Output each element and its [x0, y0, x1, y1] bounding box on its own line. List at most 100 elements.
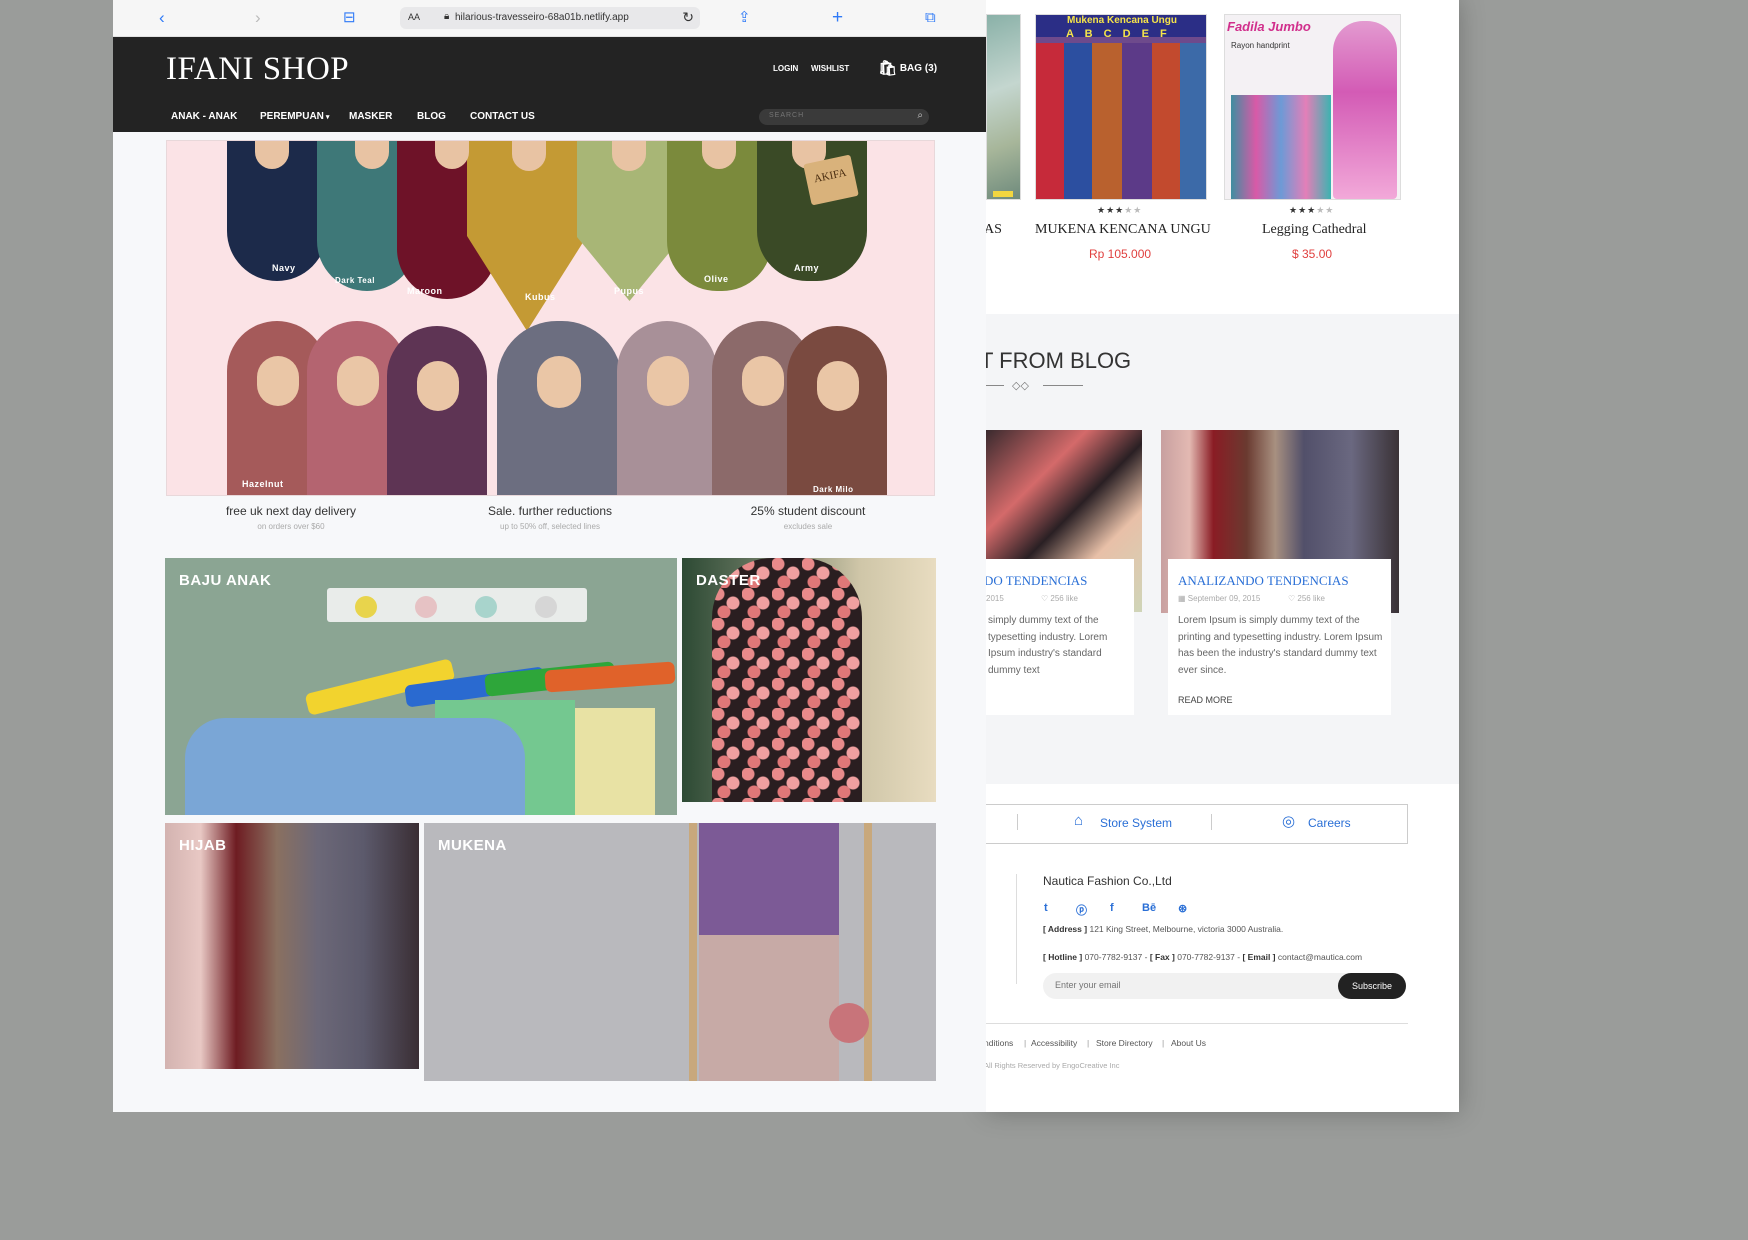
- blog-excerpt: Lorem Ipsum is simply dummy text of the …: [1178, 615, 1383, 676]
- promo-sale: Sale. further reductions up to 50% off, …: [420, 504, 680, 531]
- menu-masker[interactable]: MASKER: [349, 111, 392, 122]
- blog-title[interactable]: ANALIZANDO TENDENCIAS: [1178, 573, 1349, 589]
- menu-perempuan[interactable]: PEREMPUAN ▾: [260, 111, 329, 122]
- email-input[interactable]: [1055, 980, 1325, 990]
- address-line: [ Address ] 121 King Street, Melbourne, …: [1043, 924, 1284, 934]
- category-label: BAJU ANAK: [179, 572, 272, 589]
- blog-excerpt: simply dummy text of the typesetting ind…: [988, 615, 1108, 676]
- image-caption: A B C D E F: [1066, 28, 1171, 40]
- promo-student: 25% student discount excludes sale: [678, 504, 938, 531]
- menu-anak-anak[interactable]: ANAK - ANAK: [171, 111, 237, 122]
- blog-date: 2015: [986, 594, 1004, 603]
- promo-subtitle: excludes sale: [783, 522, 833, 531]
- rating-stars: ★★★★★: [1289, 205, 1335, 215]
- careers-link[interactable]: Careers: [1308, 816, 1351, 830]
- promo-title: 25% student discount: [750, 504, 866, 518]
- blog-title[interactable]: DO TENDENCIAS: [986, 573, 1087, 589]
- subscribe-button[interactable]: Subscribe: [1338, 973, 1406, 999]
- login-link[interactable]: LOGIN: [773, 64, 798, 73]
- product-image[interactable]: [986, 14, 1021, 200]
- reload-icon[interactable]: ↻: [682, 9, 694, 26]
- url-text: hilarious-travesseiro-68a01b.netlify.app: [455, 12, 629, 23]
- calendar-icon: ▦: [1178, 594, 1188, 603]
- category-mukena[interactable]: MUKENA: [424, 823, 936, 1081]
- promo-title: Sale. further reductions: [487, 504, 613, 518]
- chevron-down-icon: ▾: [323, 114, 330, 121]
- footer-link[interactable]: Store Directory: [1096, 1038, 1153, 1048]
- divider-ornament-icon: ◇◇: [1012, 380, 1029, 392]
- color-label: Dark Milo: [813, 485, 854, 494]
- image-heading: Mukena Kencana Ungu: [1066, 15, 1178, 26]
- search-input[interactable]: [769, 112, 909, 119]
- promo-subtitle: on orders over $60: [257, 522, 325, 531]
- forward-icon[interactable]: ›: [255, 8, 261, 28]
- search-icon[interactable]: ⌕: [917, 110, 923, 121]
- careers-icon: ◎: [1282, 813, 1296, 830]
- color-label: Pupus: [614, 286, 645, 296]
- product-price: Rp 105.000: [1089, 247, 1152, 261]
- behance-icon[interactable]: Bē: [1142, 902, 1156, 914]
- store-icon: ⌂: [1074, 812, 1084, 829]
- color-label: Hazelnut: [242, 479, 284, 489]
- hero-banner[interactable]: AKIFA Navy Dark Teal Maroon Kubus Pupus …: [166, 140, 935, 496]
- product-image[interactable]: Fadila Jumbo Rayon handprint: [1224, 14, 1401, 200]
- category-label: HIJAB: [179, 837, 227, 854]
- category-label: MUKENA: [438, 837, 507, 854]
- blog-likes: 256 like: [1297, 594, 1325, 603]
- heart-icon: ♡: [1288, 594, 1298, 603]
- contact-line: [ Hotline ] 070-7782-9137 - [ Fax ] 070-…: [1043, 952, 1363, 962]
- color-label: Maroon: [407, 286, 443, 296]
- image-heading: Fadila Jumbo: [1227, 19, 1311, 34]
- footer-link[interactable]: About Us: [1171, 1038, 1206, 1048]
- company-name: Nautica Fashion Co.,Ltd: [1043, 874, 1172, 888]
- color-label: Navy: [272, 263, 296, 273]
- promo-subtitle: up to 50% off, selected lines: [500, 522, 600, 531]
- bag-icon: 🛍︎: [878, 60, 898, 77]
- rating-stars: ★★★★★: [1097, 205, 1143, 215]
- address-bar[interactable]: AA 🔒︎ hilarious-travesseiro-68a01b.netli…: [400, 7, 700, 29]
- store-system-link[interactable]: Store System: [1100, 816, 1172, 830]
- front-window: ‹ › ⊟ AA 🔒︎ hilarious-travesseiro-68a01b…: [113, 0, 986, 1112]
- wishlist-link[interactable]: WISHLIST: [811, 64, 849, 73]
- category-daster[interactable]: DASTER: [682, 558, 936, 802]
- bag-button[interactable]: 🛍︎ BAG (3): [878, 59, 937, 77]
- color-label: Olive: [704, 274, 729, 284]
- twitter-icon[interactable]: t: [1044, 902, 1048, 914]
- facebook-icon[interactable]: f: [1110, 902, 1114, 914]
- product-price: $ 35.00: [1292, 247, 1333, 261]
- read-more-link[interactable]: READ MORE: [1178, 695, 1233, 705]
- product-name[interactable]: MUKENA KENCANA UNGU: [1035, 222, 1211, 238]
- product-name[interactable]: AS: [986, 222, 1002, 238]
- color-label: Dark Teal: [335, 276, 375, 285]
- promo-title: free uk next day delivery: [225, 504, 357, 518]
- product-name[interactable]: Legging Cathedral: [1262, 222, 1367, 238]
- footer-link[interactable]: nditions: [986, 1038, 1013, 1048]
- new-tab-icon[interactable]: +: [832, 8, 843, 28]
- menu-blog[interactable]: BLOG: [417, 111, 446, 122]
- promo-delivery: free uk next day delivery on orders over…: [161, 504, 421, 531]
- category-hijab[interactable]: HIJAB: [165, 823, 419, 1069]
- site-header: IFANI SHOP LOGIN WISHLIST 🛍︎ BAG (3) ANA…: [113, 37, 986, 132]
- blog-section-title: T FROM BLOG: [986, 348, 1132, 373]
- image-caption: Rayon handprint: [1231, 41, 1290, 50]
- back-icon[interactable]: ‹: [159, 8, 165, 28]
- color-label: Kubus: [525, 292, 556, 302]
- pinterest-icon[interactable]: ⓟ: [1076, 902, 1087, 918]
- blog-date: September 09, 2015: [1187, 594, 1261, 603]
- background-window: AS Mukena Kencana Ungu A B C D E F ★★★★★…: [986, 0, 1459, 1112]
- newsletter-form: Subscribe: [1043, 973, 1406, 999]
- blog-likes: 256 like: [1050, 594, 1078, 603]
- share-icon[interactable]: ⇪: [738, 8, 751, 28]
- footer-link[interactable]: Accessibility: [1031, 1038, 1077, 1048]
- lock-icon: 🔒︎: [444, 11, 450, 22]
- site-logo[interactable]: IFANI SHOP: [166, 51, 349, 88]
- dribbble-icon[interactable]: ⊛: [1178, 902, 1187, 915]
- menu-contact-us[interactable]: CONTACT US: [470, 111, 535, 122]
- category-baju-anak[interactable]: BAJU ANAK: [165, 558, 677, 815]
- product-image[interactable]: Mukena Kencana Ungu A B C D E F: [1035, 14, 1207, 200]
- bag-label: BAG (3): [899, 63, 938, 74]
- heart-icon: ♡: [1041, 594, 1051, 603]
- text-size-button[interactable]: AA: [408, 12, 420, 22]
- bookmarks-icon[interactable]: ⊟: [343, 8, 356, 28]
- tabs-icon[interactable]: ⧉: [925, 8, 936, 28]
